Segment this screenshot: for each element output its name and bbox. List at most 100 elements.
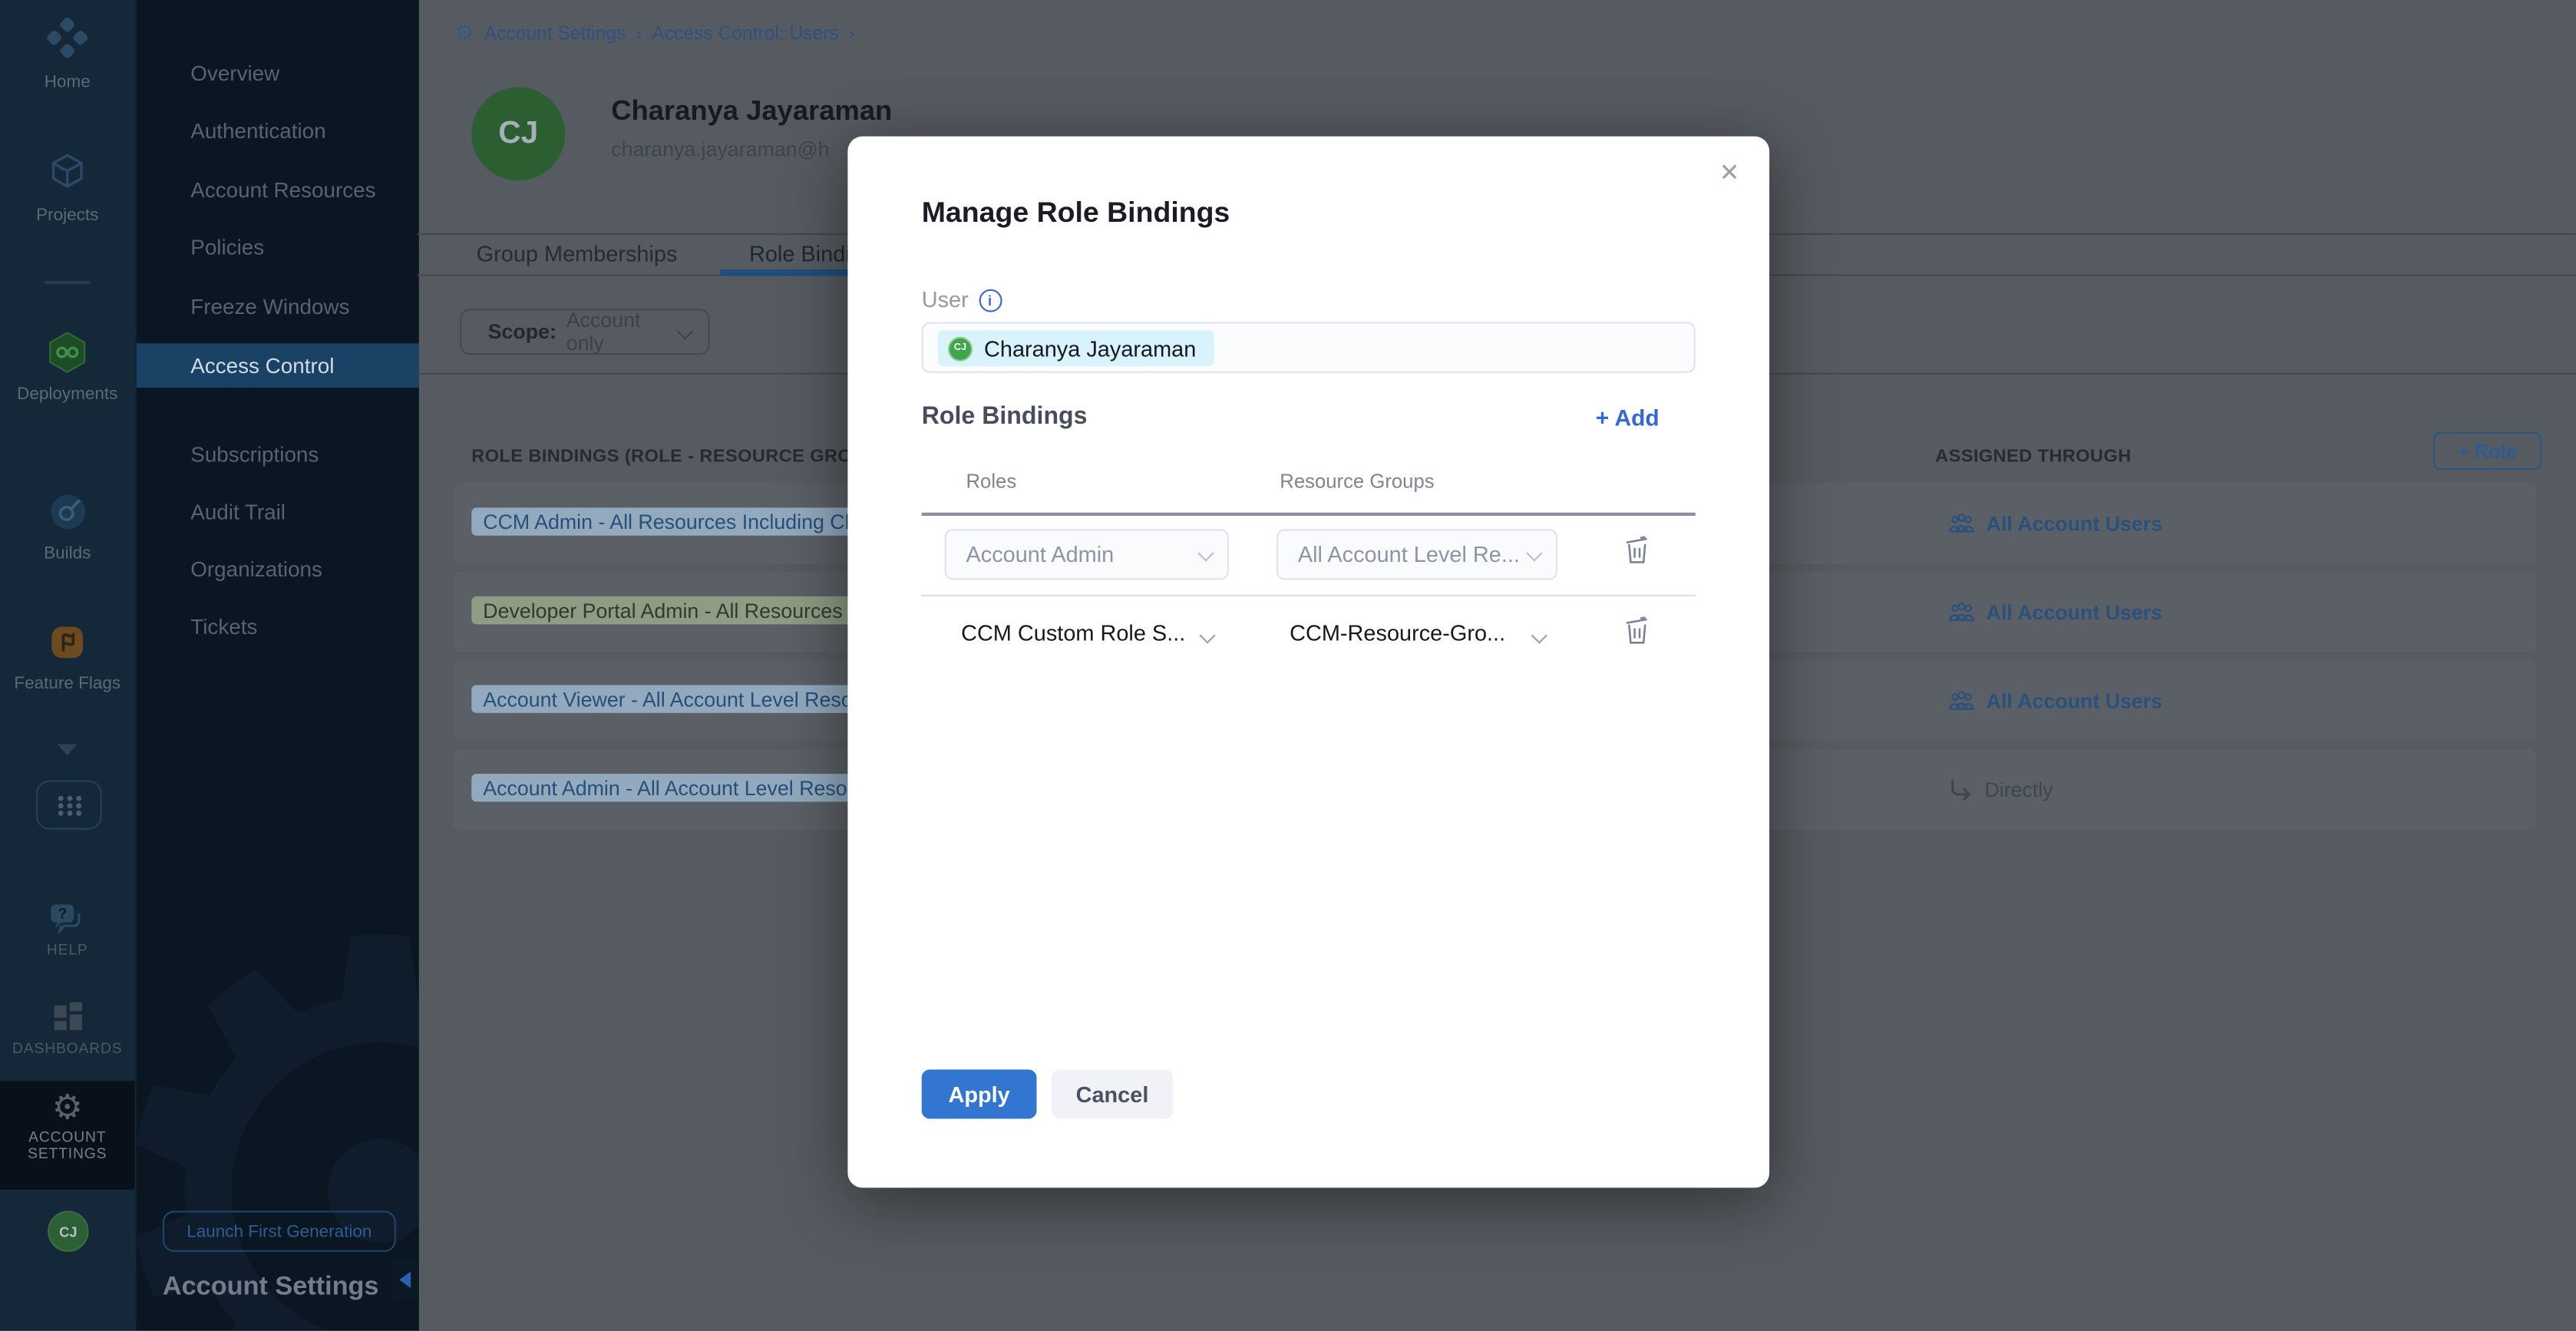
sidebar-item-help[interactable]: ? HELP <box>0 902 135 958</box>
assigned-through-cell[interactable]: All Account Users <box>1948 572 2162 652</box>
chevron-left-icon <box>399 1272 411 1288</box>
sidebar-item-authentication[interactable]: Authentication <box>190 118 325 143</box>
sidebar-item-label: Feature Flags <box>0 674 135 694</box>
modal-title: Manage Role Bindings <box>922 196 1230 230</box>
harness-logo-icon <box>0 16 135 59</box>
sidebar-item-audit-trail[interactable]: Audit Trail <box>190 500 286 524</box>
role-binding-chip[interactable]: Developer Portal Admin - All Resources I… <box>471 596 877 624</box>
module-rail: Home Projects Deployments <box>0 0 135 1331</box>
role-select-disabled[interactable]: Account Admin <box>945 529 1229 580</box>
user-chip-name: Charanya Jayaraman <box>984 336 1196 361</box>
avatar-initials: CJ <box>498 116 538 152</box>
sidebar-item-policies[interactable]: Policies <box>190 235 264 259</box>
trash-icon <box>1623 614 1651 646</box>
launch-first-generation-button[interactable]: Launch First Generation <box>163 1210 396 1252</box>
breadcrumb-separator: › <box>636 24 642 44</box>
dashboards-icon <box>0 1000 135 1032</box>
scope-label: Scope: <box>488 320 556 343</box>
sidebar-item-tickets[interactable]: Tickets <box>190 614 257 639</box>
user-group-icon <box>1948 601 1974 623</box>
delete-binding-button[interactable] <box>1623 614 1651 646</box>
sidebar-item-dashboards[interactable]: DASHBOARDS <box>0 1000 135 1056</box>
gear-icon: ⚙ <box>0 1091 135 1125</box>
resource-group-select-disabled[interactable]: All Account Level Re... <box>1276 529 1557 580</box>
sidebar-item-label: HELP <box>0 941 135 957</box>
user-chip[interactable]: CJ Charanya Jayaraman <box>938 330 1214 366</box>
assigned-through-label: All Account Users <box>1986 689 2162 712</box>
scope-dropdown[interactable]: Scope: Account only <box>460 309 709 355</box>
table-header-divider <box>922 513 1696 515</box>
add-binding-button[interactable]: + Add <box>1596 405 1660 431</box>
role-bindings-section-label: Role Bindings <box>922 402 1088 430</box>
breadcrumb-account-settings[interactable]: Account Settings <box>484 24 626 44</box>
sidebar-item-home[interactable]: Home <box>0 16 135 91</box>
rail-divider <box>45 281 91 284</box>
sidebar-item-deployments[interactable]: Deployments <box>0 330 135 404</box>
breadcrumb: ⚙ Account Settings › Access Control: Use… <box>455 23 855 45</box>
sidebar-item-label: Projects <box>0 206 135 226</box>
assigned-through-label: Directly <box>1984 778 2053 801</box>
rail-user-avatar[interactable]: CJ <box>48 1210 89 1252</box>
assigned-through-label: All Account Users <box>1986 600 2162 623</box>
row-divider <box>922 595 1696 596</box>
account-settings-label-line2: SETTINGS <box>0 1145 135 1161</box>
sidebar-item-projects[interactable]: Projects <box>0 151 135 225</box>
apply-button[interactable]: Apply <box>922 1069 1037 1118</box>
delete-binding-button[interactable] <box>1623 534 1651 566</box>
chevron-down-icon[interactable] <box>58 745 78 756</box>
user-group-icon <box>1948 513 1974 534</box>
avatar: CJ <box>948 336 973 361</box>
assigned-through-cell: Directly <box>1948 749 2053 830</box>
assigned-through-cell[interactable]: All Account Users <box>1948 483 2162 563</box>
sidebar-item-freeze-windows[interactable]: Freeze Windows <box>190 294 349 319</box>
gear-icon: ⚙ <box>455 23 474 45</box>
account-settings-label-line1: ACCOUNT <box>0 1128 135 1144</box>
sidebar-collapse-button[interactable] <box>389 1258 419 1301</box>
chevron-down-icon <box>1532 627 1547 642</box>
add-role-button[interactable]: + Role <box>2433 432 2541 470</box>
settings-submenu: ⚙ Overview Authentication Account Resour… <box>135 0 419 1331</box>
user-avatar: CJ <box>471 87 565 180</box>
role-binding-chip[interactable]: CCM Admin - All Resources Including Chil <box>471 507 877 535</box>
sidebar-item-organizations[interactable]: Organizations <box>190 557 322 582</box>
breadcrumb-access-control-users[interactable]: Access Control: Users <box>652 24 838 44</box>
role-binding-chip[interactable]: Account Viewer - All Account Level Resou <box>471 685 875 713</box>
sidebar-item-subscriptions[interactable]: Subscriptions <box>190 442 319 467</box>
sidebar-item-label: Builds <box>0 543 135 563</box>
trash-icon <box>1623 534 1651 566</box>
user-email: charanya.jayaraman@h <box>611 138 829 161</box>
resource-group-select-value: All Account Level Re... <box>1298 542 1520 566</box>
grid-dots-icon <box>55 793 83 817</box>
sidebar-item-account-settings[interactable]: ⚙ ACCOUNT SETTINGS <box>0 1081 135 1189</box>
svg-text:?: ? <box>57 906 66 922</box>
column-header-roles: Roles <box>966 470 1016 493</box>
user-input[interactable]: CJ Charanya Jayaraman <box>922 322 1696 372</box>
sidebar-item-feature-flags[interactable]: Feature Flags <box>0 623 135 693</box>
chevron-down-icon <box>677 323 692 339</box>
help-chat-icon: ? <box>0 902 135 935</box>
tab-group-memberships[interactable]: Group Memberships <box>477 242 678 266</box>
role-select[interactable]: CCM Custom Role S... <box>961 621 1185 646</box>
sidebar-item-access-control[interactable]: Access Control <box>190 353 334 378</box>
role-binding-chip[interactable]: Account Admin - All Account Level Resour <box>471 774 877 801</box>
sidebar-item-account-resources[interactable]: Account Resources <box>190 177 375 202</box>
assigned-through-label: All Account Users <box>1986 512 2162 535</box>
info-icon[interactable]: i <box>979 289 1002 312</box>
avatar-initials: CJ <box>954 343 966 353</box>
sidebar-item-builds[interactable]: Builds <box>0 493 135 563</box>
assigned-through-cell[interactable]: All Account Users <box>1948 660 2162 741</box>
scope-value: Account only <box>566 309 678 355</box>
close-icon[interactable]: ✕ <box>1719 157 1740 187</box>
chevron-down-icon <box>1526 546 1541 561</box>
deployments-hexagon-icon <box>0 330 135 373</box>
user-field-label: User i <box>922 288 1002 312</box>
column-header-resource-groups: Resource Groups <box>1280 470 1434 493</box>
module-grid-button[interactable] <box>36 781 102 830</box>
cancel-button[interactable]: Cancel <box>1052 1069 1173 1118</box>
column-header-assigned-through: ASSIGNED THROUGH <box>1935 447 2131 467</box>
builds-icon <box>0 493 135 530</box>
gear-watermark-icon: ⚙ <box>135 854 419 1331</box>
sidebar-item-overview[interactable]: Overview <box>190 61 279 85</box>
resource-group-select[interactable]: CCM-Resource-Gro... <box>1290 621 1505 646</box>
role-select-value: Account Admin <box>966 542 1114 566</box>
